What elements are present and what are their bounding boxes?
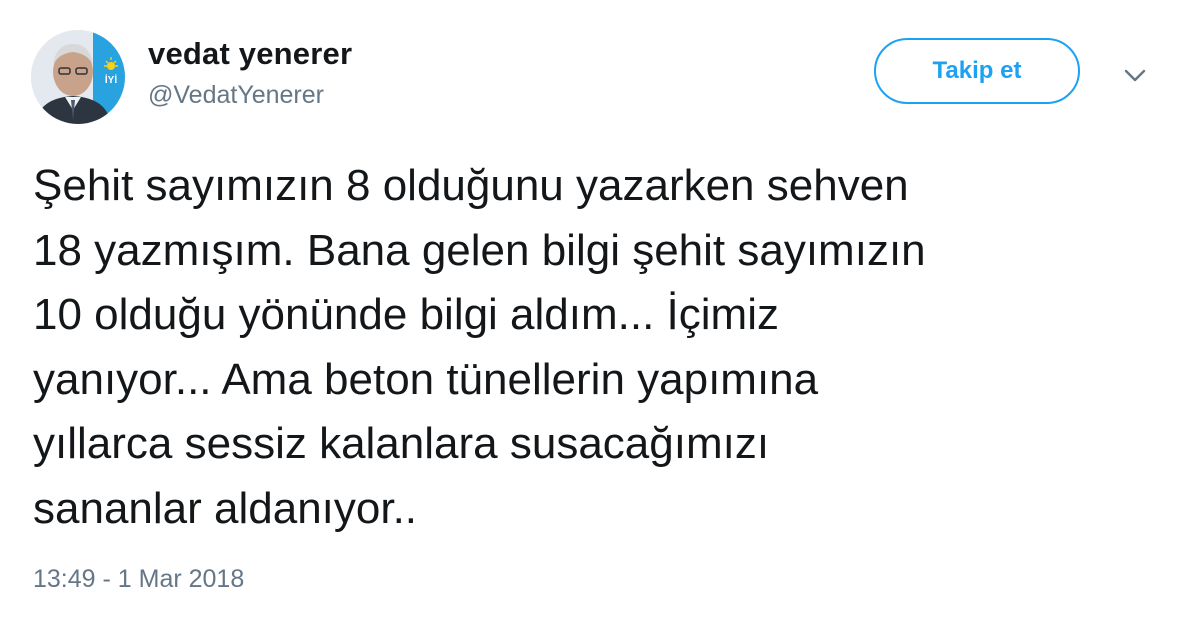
tweet-card: İYİ vedat yenerer @VedatYenerer Takip et… [0, 0, 1184, 618]
tweet-text-line: 18 yazmışım. Bana gelen bilgi şehit sayı… [33, 225, 926, 275]
tweet-text-line: yanıyor... Ama beton tünellerin yapımına [33, 354, 819, 404]
screen-name[interactable]: @VedatYenerer [148, 81, 324, 110]
tweet-text: Şehit sayımızın 8 olduğunu yazarken sehv… [33, 154, 1153, 541]
display-name[interactable]: vedat yenerer [148, 36, 352, 72]
more-options-button[interactable] [1121, 62, 1149, 90]
avatar-photo-icon: İYİ [31, 30, 125, 124]
tweet-text-line: 10 olduğu yönünde bilgi aldım... İçimiz [33, 290, 779, 339]
tweet-text-line: sananlar aldanıyor.. [33, 483, 418, 533]
tweet-text-line: yıllarca sessiz kalanlara susacağımızı [33, 419, 770, 468]
avatar[interactable]: İYİ [31, 30, 125, 124]
svg-text:İYİ: İYİ [105, 73, 117, 86]
chevron-down-icon [1124, 69, 1146, 82]
tweet-timestamp[interactable]: 13:49 - 1 Mar 2018 [33, 565, 244, 594]
follow-button[interactable]: Takip et [874, 38, 1080, 104]
tweet-text-line: Şehit sayımızın 8 olduğunu yazarken sehv… [33, 161, 909, 210]
